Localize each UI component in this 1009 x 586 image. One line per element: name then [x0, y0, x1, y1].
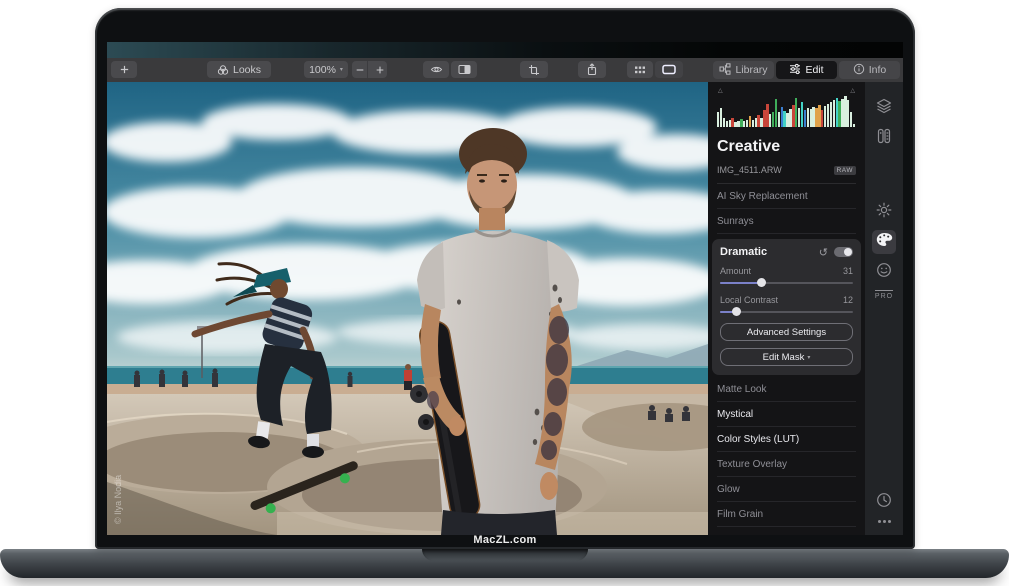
- single-view-button[interactable]: [655, 61, 683, 78]
- preview-button[interactable]: [423, 61, 449, 78]
- zoom-dropdown[interactable]: 100% ▾: [304, 61, 348, 78]
- filter-mystical[interactable]: Mystical: [717, 402, 856, 427]
- content-area: © Ilya Nodia △ △ Creative IMG_4511.ARW R…: [107, 82, 903, 535]
- laptop-base: [0, 549, 1009, 578]
- looks-label: Looks: [233, 64, 261, 76]
- sky: [107, 82, 708, 394]
- layers-button[interactable]: [872, 96, 896, 120]
- history-button[interactable]: [872, 490, 896, 514]
- edit-mask-button[interactable]: Edit Mask ▾: [720, 348, 853, 366]
- chevron-down-icon: ▾: [807, 354, 810, 361]
- sliders-icon: [789, 63, 801, 78]
- red-shirt-person: [404, 364, 412, 390]
- zoom-in-button[interactable]: [372, 61, 387, 78]
- raw-badge: RAW: [834, 166, 856, 175]
- canvas-icon: [877, 128, 891, 149]
- side-icon-strip: PRO: [865, 82, 903, 535]
- filter-fog[interactable]: Fog: [717, 527, 856, 535]
- lid-opening-notch: [422, 549, 588, 561]
- bezel-brand-text: MacZL.com: [95, 534, 915, 548]
- export-button[interactable]: [578, 61, 606, 78]
- clock-icon: [876, 492, 892, 513]
- layers-icon: [876, 98, 892, 119]
- photo-preview: © Ilya Nodia: [107, 82, 708, 535]
- local-contrast-slider[interactable]: [720, 307, 853, 316]
- zoom-out-button[interactable]: [352, 61, 368, 78]
- share-icon: [586, 63, 598, 76]
- sun-icon: [876, 202, 892, 223]
- plus-icon: [119, 64, 130, 75]
- add-button[interactable]: [111, 61, 137, 78]
- essentials-tab-button[interactable]: [872, 200, 896, 224]
- amount-slider-row: Amount 31: [720, 266, 853, 287]
- amount-value: 31: [843, 266, 853, 276]
- info-icon: [853, 63, 865, 78]
- crop-button[interactable]: [520, 61, 548, 78]
- portrait-tab-button[interactable]: [872, 260, 896, 284]
- laptop-lid: MacZL.com Looks: [95, 8, 915, 549]
- filter-glow[interactable]: Glow: [717, 477, 856, 502]
- local-contrast-slider-row: Local Contrast 12: [720, 295, 853, 316]
- skatepark: [107, 394, 708, 535]
- canvas-button[interactable]: [872, 126, 896, 150]
- tab-info-label: Info: [869, 64, 887, 76]
- file-row: IMG_4511.ARW RAW: [717, 165, 856, 184]
- local-contrast-label: Local Contrast: [720, 295, 778, 305]
- looks-button[interactable]: Looks: [207, 61, 271, 78]
- filter-dramatic-title[interactable]: Dramatic: [720, 246, 819, 258]
- filter-film-grain[interactable]: Film Grain: [717, 502, 856, 527]
- dramatic-card: Dramatic ↺ Amount 31: [712, 239, 861, 375]
- grid-icon: [634, 65, 646, 75]
- tab-edit-label: Edit: [805, 64, 823, 76]
- eye-icon: [430, 64, 443, 75]
- zoom-stepper: [352, 61, 387, 78]
- amount-slider[interactable]: [720, 278, 853, 287]
- library-icon: [719, 63, 731, 78]
- desktop: MacZL.com Looks: [0, 0, 1009, 586]
- crop-icon: [528, 64, 540, 76]
- panel-title: Creative: [717, 138, 856, 156]
- filter-matte-look[interactable]: Matte Look: [717, 377, 856, 402]
- palette-icon: [876, 232, 893, 252]
- more-options-button[interactable]: [878, 520, 891, 523]
- highlight-clipping-icon[interactable]: △: [850, 87, 855, 94]
- tab-edit[interactable]: Edit: [776, 61, 837, 79]
- view-tabs: Library Edit: [713, 61, 900, 79]
- local-contrast-value: 12: [843, 295, 853, 305]
- histogram[interactable]: △ △: [717, 89, 856, 129]
- tab-info[interactable]: Info: [839, 61, 900, 79]
- filter-ai-sky-replacement[interactable]: AI Sky Replacement: [717, 184, 856, 209]
- single-image-icon: [662, 64, 676, 75]
- chevron-down-icon: ▾: [340, 66, 343, 73]
- shadow-clipping-icon[interactable]: △: [718, 87, 723, 94]
- tab-library[interactable]: Library: [713, 61, 774, 79]
- screen: Looks 100% ▾: [107, 42, 903, 535]
- filename: IMG_4511.ARW: [717, 165, 782, 175]
- photo-canvas: © Ilya Nodia: [107, 82, 708, 535]
- amount-label: Amount: [720, 266, 751, 276]
- filter-texture-overlay[interactable]: Texture Overlay: [717, 452, 856, 477]
- histogram-bars: [717, 96, 856, 127]
- filter-toggle[interactable]: [834, 247, 853, 257]
- app-titlebar: [107, 42, 903, 58]
- advanced-settings-button[interactable]: Advanced Settings: [720, 323, 853, 341]
- creative-tab-button[interactable]: [872, 230, 896, 254]
- filter-color-styles-lut[interactable]: Color Styles (LUT): [717, 427, 856, 452]
- gallery-view-button[interactable]: [627, 61, 653, 78]
- looks-icon: [217, 64, 229, 76]
- edit-panel: △ △ Creative IMG_4511.ARW RAW AI Sky Rep…: [708, 82, 865, 535]
- before-after-icon: [458, 64, 471, 75]
- professional-tab-button[interactable]: PRO: [875, 290, 893, 300]
- compare-button[interactable]: [451, 61, 477, 78]
- filter-sunrays[interactable]: Sunrays: [717, 209, 856, 234]
- photo-credit-watermark: © Ilya Nodia: [113, 475, 123, 524]
- reset-icon[interactable]: ↺: [819, 247, 828, 258]
- face-icon: [876, 262, 892, 283]
- tab-library-label: Library: [735, 64, 767, 76]
- zoom-value: 100%: [309, 64, 336, 76]
- toolbar: Looks 100% ▾: [107, 58, 903, 82]
